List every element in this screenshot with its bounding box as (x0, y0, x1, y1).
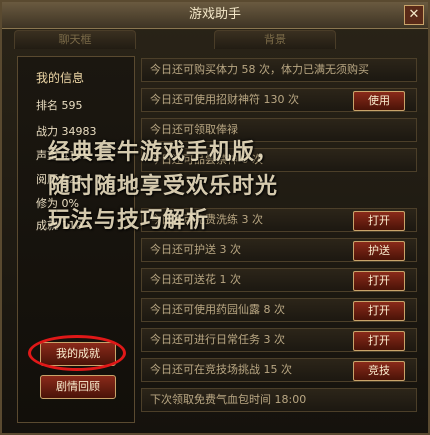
game-assistant-window: 游戏助手 ✕ 聊天框 背景 我的信息 排名 595 战力 34983 声望 41… (0, 0, 430, 435)
task-text: 今日还可在竞技场挑战 15 次 (150, 363, 292, 376)
tab-background[interactable]: 背景 (214, 30, 336, 49)
close-icon[interactable]: ✕ (404, 5, 424, 25)
tab-chat[interactable]: 聊天框 (14, 30, 136, 49)
task-row-escort: 今日还可护送 3 次 护送 (141, 238, 417, 262)
tab-bar: 聊天框 背景 (14, 30, 418, 49)
task-text: 今日还可送花 1 次 (150, 273, 241, 286)
task-row-arena: 今日还可在竞技场挑战 15 次 竞技 (141, 358, 417, 382)
use-button[interactable]: 使用 (353, 91, 405, 111)
stat-rank-value: 595 (61, 99, 83, 112)
stat-cultivation: 修为 0% (36, 195, 136, 211)
stat-experience: 阅历 928 (36, 171, 136, 187)
open-button[interactable]: 打开 (353, 211, 405, 231)
task-text: 下次领取免费气血包时间 18:00 (150, 393, 307, 406)
stat-power-label: 战力 (36, 125, 58, 138)
stat-achievement-label: 成就 (36, 219, 58, 232)
stat-power-value: 34983 (61, 125, 97, 138)
stat-reputation: 声望 4145 (36, 147, 136, 163)
my-info-title: 我的信息 (36, 71, 85, 85)
story-review-button[interactable]: 剧情回顾 (40, 375, 116, 399)
window-title: 游戏助手 (188, 7, 241, 22)
highlight-circle (28, 335, 126, 371)
stat-cultivation-label: 修为 (36, 197, 58, 210)
stat-rank: 排名 595 (36, 97, 136, 113)
stat-power: 战力 34983 (36, 123, 136, 139)
task-text: 今日还可使用招财神符 130 次 (150, 93, 299, 106)
task-row-free-wash: 今日还可免费洗练 3 次 打开 (141, 208, 417, 232)
task-text: 今日还可进行日常任务 3 次 (150, 333, 285, 346)
task-row-flowers: 今日还可送花 1 次 打开 (141, 268, 417, 292)
escort-button[interactable]: 护送 (353, 241, 405, 261)
task-text: 今日还可品尝禁神 0 次 (150, 153, 263, 166)
arena-button[interactable]: 竞技 (353, 361, 405, 381)
task-text: 今日还可护送 3 次 (150, 243, 241, 256)
task-text: 今日还可购买体力 58 次，体力已满无须购买 (150, 63, 369, 76)
stat-reputation-value: 4145 (61, 149, 90, 162)
task-row-stamina: 今日还可购买体力 58 次，体力已满无须购买 (141, 58, 417, 82)
task-row-daily-task: 今日还可进行日常任务 3 次 打开 (141, 328, 417, 352)
open-button[interactable]: 打开 (353, 271, 405, 291)
title-bar: 游戏助手 (2, 2, 428, 29)
task-row-salary: 今日还可领取俸禄 (141, 118, 417, 142)
task-row-tasting: 今日还可品尝禁神 0 次 (141, 148, 417, 172)
task-row-herb-dew: 今日还可使用药园仙露 8 次 打开 (141, 298, 417, 322)
task-text: 今日还可使用药园仙露 8 次 (150, 303, 285, 316)
stat-cultivation-value: 0% (61, 197, 79, 210)
stat-experience-label: 阅历 (36, 173, 58, 186)
stat-reputation-label: 声望 (36, 149, 58, 162)
task-text: 今日还可免费洗练 3 次 (150, 213, 263, 226)
stat-achievement-value: 110 (61, 219, 83, 232)
stat-experience-value: 928 (61, 173, 83, 186)
stat-rank-label: 排名 (36, 99, 58, 112)
open-button[interactable]: 打开 (353, 331, 405, 351)
stat-achievement: 成就 110 (36, 217, 136, 233)
task-text: 今日还可领取俸禄 (150, 123, 238, 136)
task-row-health-pack: 下次领取免费气血包时间 18:00 (141, 388, 417, 412)
open-button[interactable]: 打开 (353, 301, 405, 321)
task-row-fortune-charm: 今日还可使用招财神符 130 次 使用 (141, 88, 417, 112)
